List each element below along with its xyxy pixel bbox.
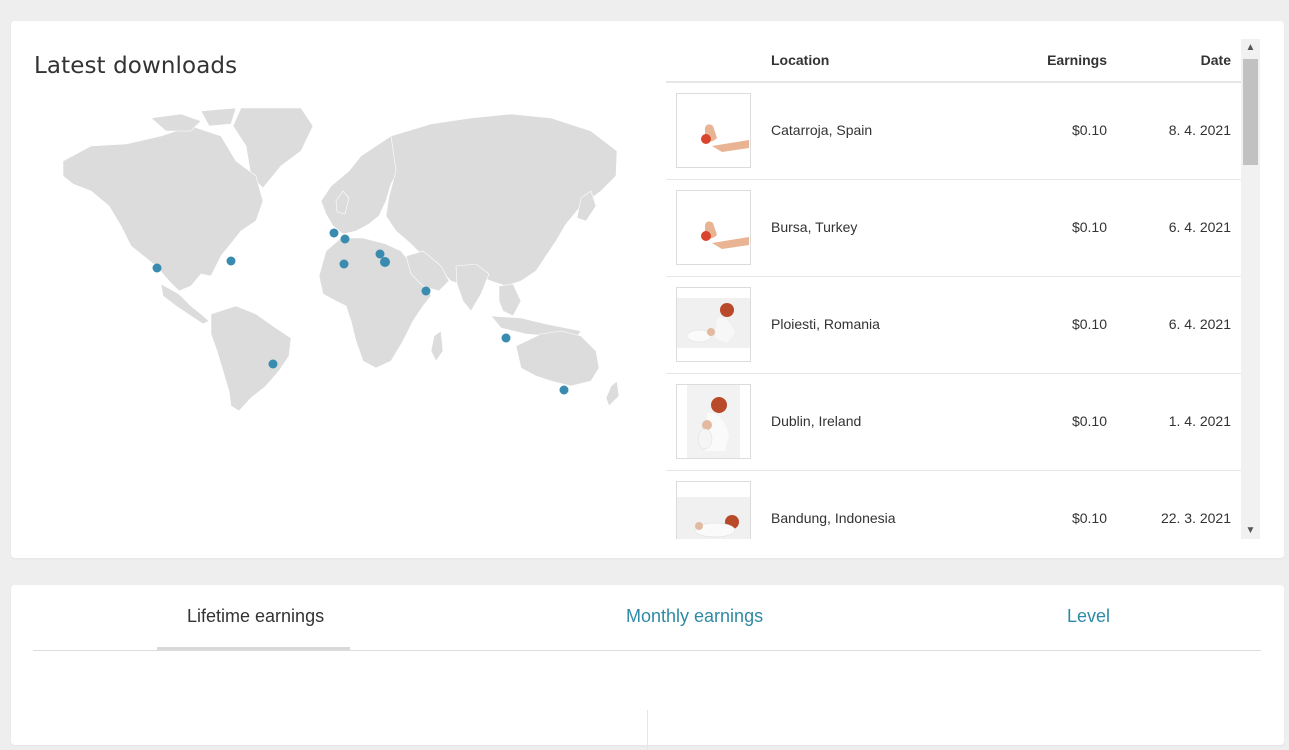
date-cell: 6. 4. 2021	[1168, 219, 1231, 235]
hand-apple-image	[701, 221, 749, 249]
map-land	[62, 107, 620, 412]
latest-downloads-card: Latest downloads Location Earnings Date …	[11, 21, 1284, 558]
date-cell: 8. 4. 2021	[1168, 122, 1231, 138]
map-marker	[268, 359, 278, 369]
downloads-table: Location Earnings Date Catarroja, Spain …	[666, 39, 1241, 539]
mother-baby-image	[677, 298, 750, 348]
column-header-date[interactable]: Date	[1201, 52, 1231, 68]
earnings-cell: $0.10	[1071, 413, 1107, 429]
map-marker	[501, 333, 511, 343]
table-row[interactable]: Bursa, Turkey $0.10 6. 4. 2021	[666, 180, 1241, 277]
thumbnail-image[interactable]	[676, 93, 751, 168]
location-cell: Dublin, Ireland	[771, 413, 862, 429]
map-marker	[421, 286, 431, 296]
tab-lifetime-earnings[interactable]: Lifetime earnings	[187, 606, 324, 627]
location-cell: Bandung, Indonesia	[771, 510, 896, 526]
column-header-earnings[interactable]: Earnings	[1047, 52, 1107, 68]
column-header-location[interactable]: Location	[771, 52, 829, 68]
thumbnail-image[interactable]	[676, 190, 751, 265]
page-title: Latest downloads	[34, 53, 238, 79]
chevron-up-icon[interactable]: ▲	[1241, 39, 1260, 56]
world-map	[62, 107, 620, 412]
active-tab-indicator	[157, 647, 350, 650]
date-cell: 6. 4. 2021	[1168, 316, 1231, 332]
hand-apple-image	[701, 124, 749, 152]
earnings-cell: $0.10	[1071, 510, 1107, 526]
earnings-cell: $0.10	[1071, 316, 1107, 332]
location-cell: Catarroja, Spain	[771, 122, 873, 138]
location-cell: Bursa, Turkey	[771, 219, 858, 235]
chevron-down-icon[interactable]: ▼	[1241, 522, 1260, 539]
table-row[interactable]: Ploiesti, Romania $0.10 6. 4. 2021	[666, 277, 1241, 374]
scrollbar-thumb[interactable]	[1243, 59, 1258, 165]
earnings-cell: $0.10	[1071, 122, 1107, 138]
map-marker	[340, 234, 350, 244]
date-cell: 1. 4. 2021	[1168, 413, 1231, 429]
mother-baby-portrait-image	[687, 385, 740, 458]
table-row[interactable]: Dublin, Ireland $0.10 1. 4. 2021	[666, 374, 1241, 471]
date-cell: 22. 3. 2021	[1160, 510, 1231, 526]
thumbnail-image[interactable]	[676, 287, 751, 362]
earnings-cell: $0.10	[1071, 219, 1107, 235]
table-row[interactable]: Bandung, Indonesia $0.10 22. 3. 2021	[666, 471, 1241, 539]
map-marker	[329, 228, 339, 238]
location-cell: Ploiesti, Romania	[771, 316, 880, 332]
map-marker	[375, 249, 385, 259]
thumbnail-image[interactable]	[676, 384, 751, 459]
content-divider	[647, 710, 648, 750]
map-marker	[559, 385, 569, 395]
map-marker	[152, 263, 162, 273]
table-row[interactable]: Catarroja, Spain $0.10 8. 4. 2021	[666, 83, 1241, 180]
earnings-card: Lifetime earnings Monthly earnings Level	[11, 585, 1284, 750]
map-marker	[380, 257, 390, 267]
earnings-tabs: Lifetime earnings Monthly earnings Level	[33, 585, 1261, 651]
map-marker	[339, 259, 349, 269]
thumbnail-image[interactable]	[676, 481, 751, 539]
table-header: Location Earnings Date	[666, 39, 1241, 83]
table-scrollbar[interactable]: ▲ ▼	[1241, 39, 1260, 539]
tab-level[interactable]: Level	[1067, 606, 1110, 627]
tab-monthly-earnings[interactable]: Monthly earnings	[626, 606, 763, 627]
mother-baby-lying-image	[677, 497, 750, 539]
map-marker	[226, 256, 236, 266]
